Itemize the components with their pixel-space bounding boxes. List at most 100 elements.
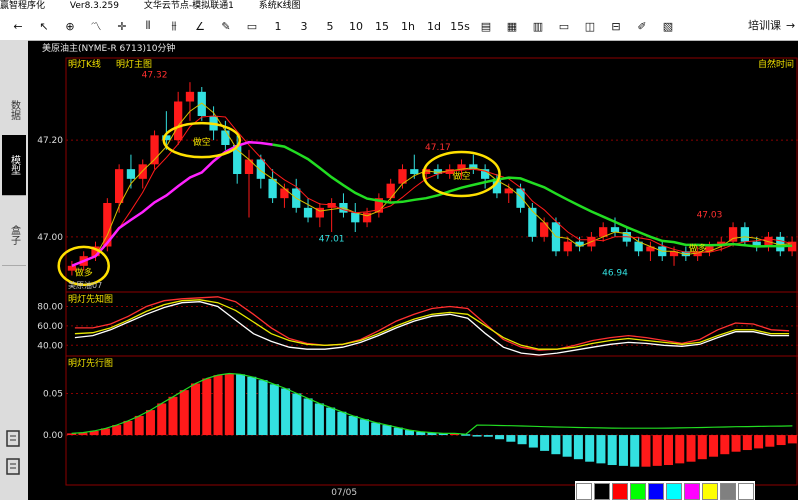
window-icon[interactable]: ▭	[242, 16, 262, 36]
y-tick-label: 0.00	[43, 431, 63, 441]
training-button[interactable]: 培训课	[748, 16, 781, 36]
histogram-bar	[337, 411, 347, 436]
toolbar-period-3[interactable]: 3	[294, 16, 314, 36]
toolbar-period-1h[interactable]: 1h	[398, 16, 418, 36]
search-doc-icon[interactable]	[5, 430, 23, 448]
sidebar-tab-1[interactable]: 模型	[2, 135, 26, 196]
histogram-bar	[145, 410, 155, 436]
document-title: 文华云节点-模拟联通1	[143, 1, 234, 11]
candle-body	[185, 91, 195, 102]
histogram-bar	[224, 373, 234, 436]
histogram-bar	[236, 374, 246, 436]
histogram-bar	[663, 435, 673, 466]
histogram-bar	[585, 435, 595, 462]
histogram-bar	[675, 435, 685, 464]
histogram-bar	[326, 407, 336, 436]
toolbar-period-1d[interactable]: 1d	[424, 16, 444, 36]
lock-icon[interactable]: ⊟	[606, 16, 626, 36]
zoom-icon[interactable]: ⊕	[60, 16, 80, 36]
y-tick-label: 47.00	[37, 233, 63, 243]
histogram-bar	[787, 435, 797, 444]
y-tick-label: 80.00	[37, 303, 63, 313]
histogram-bar	[517, 435, 527, 445]
color-palette	[575, 481, 755, 500]
histogram-bar	[506, 435, 516, 442]
palette-swatch[interactable]	[630, 483, 646, 500]
y-tick-label: 60.00	[37, 322, 63, 332]
histogram-bar	[123, 420, 133, 436]
toolbar-period-15[interactable]: 15	[372, 16, 392, 36]
bar-icon[interactable]: ⫵	[164, 16, 184, 36]
forward-arrow-icon[interactable]: →	[786, 16, 795, 36]
app-titlebar: 赢智程序化 Ver8.3.259 文华云节点-模拟联通1 系统K线图	[0, 0, 798, 13]
toolbar-period-5[interactable]: 5	[320, 16, 340, 36]
histogram-bar	[709, 435, 719, 457]
histogram-bar	[472, 435, 482, 437]
palette-swatch[interactable]	[738, 483, 754, 500]
candle-body	[114, 169, 124, 203]
histogram-bar	[483, 435, 493, 437]
indicator-title: 明灯先行图	[68, 357, 113, 369]
app-version: Ver8.3.259	[69, 1, 119, 11]
toolbar-period-10[interactable]: 10	[346, 16, 366, 36]
palette-swatch[interactable]	[684, 483, 700, 500]
stats-icon[interactable]: ▧	[658, 16, 678, 36]
candle-body	[197, 91, 206, 116]
price-annotation: 做多	[75, 267, 93, 279]
toolbar: 培训课 → ← ↖ ⊕ 〽 ✛ ⫴ ⫵ ∠ ✎ ▭ 1 3 5 10 15 1h 1d 15s ▤ ▦ ▥ ▭ ◫ ⊟ ✐ ▧	[0, 13, 798, 41]
chart-area[interactable]: 美原油主(NYME-R 6713)10分钟明灯K线 明灯主图 自然时间 47.20 47…	[28, 40, 798, 500]
palette-swatch[interactable]	[702, 483, 718, 500]
contract-label: 美原油07	[68, 280, 102, 290]
palette-swatch[interactable]	[612, 483, 628, 500]
draw-icon[interactable]: ∠	[190, 16, 210, 36]
histogram-bar	[213, 375, 223, 436]
histogram-bar	[618, 435, 628, 466]
split-icon[interactable]: ◫	[580, 16, 600, 36]
instrument-label: 美原油主(NYME-R 6713)10分钟	[42, 42, 175, 54]
histogram-bar	[652, 435, 662, 466]
window2-icon[interactable]: ▭	[554, 16, 574, 36]
histogram-bar	[630, 435, 640, 467]
pen-icon[interactable]: ✎	[216, 16, 236, 36]
histogram-bar	[168, 396, 178, 436]
histogram-bar	[720, 435, 730, 455]
table-icon[interactable]: ▥	[528, 16, 548, 36]
price-annotation: 47.03	[697, 211, 723, 221]
trend-line	[71, 372, 793, 435]
edit-doc-icon[interactable]	[5, 458, 23, 476]
candle-body	[256, 159, 265, 179]
list-icon[interactable]: ▤	[476, 16, 496, 36]
palette-swatch[interactable]	[666, 483, 682, 500]
palette-swatch[interactable]	[594, 483, 610, 500]
candle-body	[221, 130, 230, 145]
pointer-icon[interactable]: ↖	[34, 16, 54, 36]
histogram-bar	[292, 393, 302, 436]
palette-swatch[interactable]	[576, 483, 592, 500]
toolbar-period-1[interactable]: 1	[268, 16, 288, 36]
price-annotation: 47.17	[425, 143, 451, 153]
histogram-bar	[776, 435, 786, 446]
palette-swatch[interactable]	[648, 483, 664, 500]
palette-swatch[interactable]	[720, 483, 736, 500]
indicator-title: 明灯先知图	[68, 293, 113, 305]
candle-body	[528, 207, 537, 237]
line-icon[interactable]: 〽	[86, 16, 106, 36]
chart-subtitle: 明灯主图	[116, 58, 152, 70]
price-annotation: 47.01	[319, 235, 345, 245]
indicator-line-1	[74, 299, 790, 350]
histogram-bar	[382, 425, 392, 436]
toolbar-period-15s[interactable]: 15s	[450, 16, 470, 36]
crosshair-icon[interactable]: ✛	[112, 16, 132, 36]
histogram-bar	[641, 435, 651, 467]
sidebar-tab-0[interactable]: 数据	[2, 80, 26, 141]
price-annotation: 47.32	[142, 70, 168, 80]
histogram-bar	[303, 398, 313, 436]
back-arrow-icon[interactable]: ←	[8, 16, 28, 36]
histogram-bar	[247, 376, 257, 436]
grid-icon[interactable]: ▦	[502, 16, 522, 36]
histogram-bar	[573, 435, 583, 460]
histogram-bar	[134, 415, 144, 436]
sidebar-tab-2[interactable]: 盒子	[2, 205, 26, 266]
candle-icon[interactable]: ⫴	[138, 16, 158, 36]
edit-icon[interactable]: ✐	[632, 16, 652, 36]
